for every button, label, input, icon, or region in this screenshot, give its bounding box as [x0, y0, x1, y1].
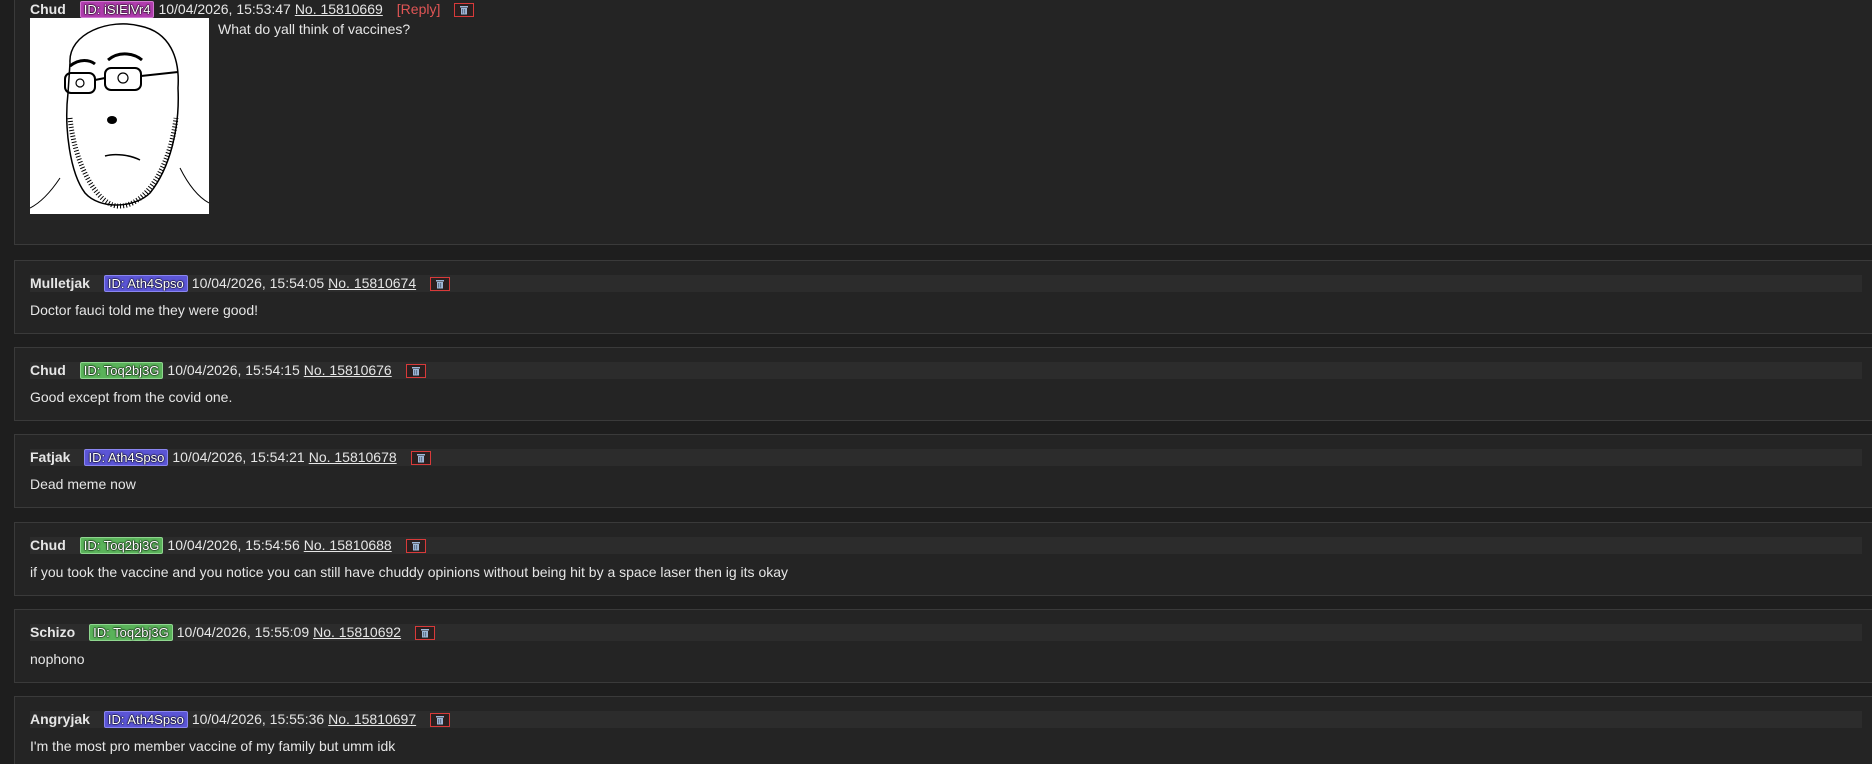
post-number-link[interactable]: No. 15810678	[309, 449, 397, 466]
poster-name: Fatjak	[30, 449, 71, 465]
reply-message: I'm the most pro member vaccine of my fa…	[30, 738, 396, 754]
reply-message: Good except from the covid one.	[30, 389, 233, 405]
poster-name: Chud	[30, 362, 66, 378]
delete-button[interactable]	[405, 538, 426, 553]
poster-name: Schizo	[30, 624, 76, 640]
reply-message: Doctor fauci told me they were good!	[30, 302, 259, 318]
reply-post: Angryjak ID: Ath4Spso 10/04/2026, 15:55:…	[14, 696, 1872, 764]
post-header: Schizo ID: Toq2bj3G 10/04/2026, 15:55:09…	[30, 624, 436, 641]
trash-icon	[411, 366, 420, 375]
trash-icon	[436, 715, 445, 724]
post-timestamp: 10/04/2026, 15:53:47	[158, 1, 291, 17]
poster-id-badge[interactable]: ID: Ath4Spso	[84, 449, 169, 466]
poster-id-badge[interactable]: ID: Toq2bj3G	[79, 537, 164, 554]
delete-button[interactable]	[415, 625, 436, 640]
post-header: Chud ID: Toq2bj3G 10/04/2026, 15:54:56 N…	[30, 537, 426, 554]
post-timestamp: 10/04/2026, 15:54:15	[167, 362, 300, 378]
reply-post: Chud ID: Toq2bj3G 10/04/2026, 15:54:56 N…	[14, 522, 1872, 596]
trash-icon	[460, 5, 469, 14]
op-message: What do yall think of vaccines?	[218, 21, 411, 37]
post-number-link[interactable]: No. 15810688	[304, 537, 392, 554]
post-header: Chud ID: iSIElVr4 10/04/2026, 15:53:47 N…	[30, 1, 475, 18]
trash-icon	[411, 541, 420, 550]
post-number-link[interactable]: No. 15810692	[313, 624, 401, 641]
thread: Chud ID: iSIElVr4 10/04/2026, 15:53:47 N…	[0, 0, 1872, 764]
poster-name: Chud	[30, 537, 66, 553]
poster-id-badge[interactable]: ID: iSIElVr4	[79, 1, 155, 18]
reply-post: Fatjak ID: Ath4Spso 10/04/2026, 15:54:21…	[14, 434, 1872, 508]
delete-button[interactable]	[454, 2, 475, 17]
post-header: Chud ID: Toq2bj3G 10/04/2026, 15:54:15 N…	[30, 362, 426, 379]
trash-icon	[436, 279, 445, 288]
post-number-link[interactable]: No. 15810669	[295, 1, 383, 18]
poster-name: Angryjak	[30, 711, 90, 727]
poster-name: Mulletjak	[30, 275, 90, 291]
poster-id-badge[interactable]: ID: Ath4Spso	[103, 711, 188, 728]
post-timestamp: 10/04/2026, 15:55:36	[191, 711, 325, 727]
delete-button[interactable]	[430, 712, 451, 727]
post-timestamp: 10/04/2026, 15:54:21	[172, 449, 305, 465]
post-header: Fatjak ID: Ath4Spso 10/04/2026, 15:54:21…	[30, 449, 431, 466]
trash-icon	[416, 453, 425, 462]
reply-post: Mulletjak ID: Ath4Spso 10/04/2026, 15:54…	[14, 260, 1872, 334]
post-timestamp: 10/04/2026, 15:55:09	[176, 624, 310, 640]
post-header: Mulletjak ID: Ath4Spso 10/04/2026, 15:54…	[30, 275, 451, 292]
wojak-image	[30, 18, 209, 214]
reply-message: if you took the vaccine and you notice y…	[30, 564, 789, 580]
post-timestamp: 10/04/2026, 15:54:56	[167, 537, 300, 553]
post-number-link[interactable]: No. 15810674	[328, 275, 416, 292]
post-number-link[interactable]: No. 15810697	[328, 711, 416, 728]
delete-button[interactable]	[430, 276, 451, 291]
poster-id-badge[interactable]: ID: Toq2bj3G	[89, 624, 173, 641]
reply-message: nophono	[30, 651, 85, 667]
delete-button[interactable]	[410, 450, 431, 465]
op-image-thumbnail[interactable]	[30, 18, 209, 214]
reply-post: Schizo ID: Toq2bj3G 10/04/2026, 15:55:09…	[14, 609, 1872, 683]
post-timestamp: 10/04/2026, 15:54:05	[191, 275, 325, 291]
poster-id-badge[interactable]: ID: Toq2bj3G	[79, 362, 164, 379]
reply-link[interactable]: [Reply]	[397, 1, 441, 18]
post-header: Angryjak ID: Ath4Spso 10/04/2026, 15:55:…	[30, 711, 451, 728]
trash-icon	[421, 628, 430, 637]
reply-post: Chud ID: Toq2bj3G 10/04/2026, 15:54:15 N…	[14, 347, 1872, 421]
poster-name: Chud	[30, 1, 66, 17]
op-post: Chud ID: iSIElVr4 10/04/2026, 15:53:47 N…	[14, 0, 1872, 245]
poster-id-badge[interactable]: ID: Ath4Spso	[103, 275, 188, 292]
delete-button[interactable]	[405, 363, 426, 378]
post-number-link[interactable]: No. 15810676	[304, 362, 392, 379]
reply-message: Dead meme now	[30, 476, 136, 492]
